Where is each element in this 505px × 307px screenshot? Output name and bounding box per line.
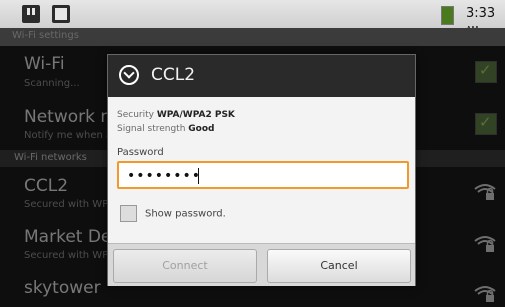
dialog-body: Security WPA/WPA2 PSK Signal strength Go… (108, 97, 415, 243)
security-label: Security (117, 110, 154, 120)
password-value: •••••••• (127, 168, 202, 184)
text-cursor (198, 168, 199, 184)
dialog-title-bar: CCL2 (108, 55, 415, 97)
sd-card-icon (22, 5, 40, 23)
cancel-button[interactable]: Cancel (267, 249, 411, 283)
clock-time: 3:33 (466, 6, 496, 21)
screenshot-icon (52, 5, 70, 23)
security-value: WPA/WPA2 PSK (156, 110, 235, 120)
signal-value: Good (188, 124, 215, 134)
battery-icon (441, 6, 454, 25)
wifi-connect-dialog: CCL2 Security WPA/WPA2 PSK Signal streng… (107, 54, 416, 286)
show-password-row[interactable]: Show password. (120, 205, 226, 222)
show-password-label: Show password. (145, 208, 226, 220)
security-row: Security WPA/WPA2 PSK (117, 110, 235, 120)
signal-label: Signal strength (117, 124, 186, 134)
wifi-network-icon (119, 65, 139, 85)
dialog-button-bar: Connect Cancel (108, 243, 415, 286)
status-bar: 3:33 AM (0, 0, 505, 34)
signal-row: Signal strength Good (117, 124, 215, 134)
password-field[interactable]: •••••••• (117, 161, 409, 189)
password-label: Password (117, 147, 164, 158)
dialog-title: CCL2 (151, 65, 196, 85)
show-password-checkbox[interactable] (120, 205, 137, 222)
connect-button[interactable]: Connect (113, 249, 257, 283)
